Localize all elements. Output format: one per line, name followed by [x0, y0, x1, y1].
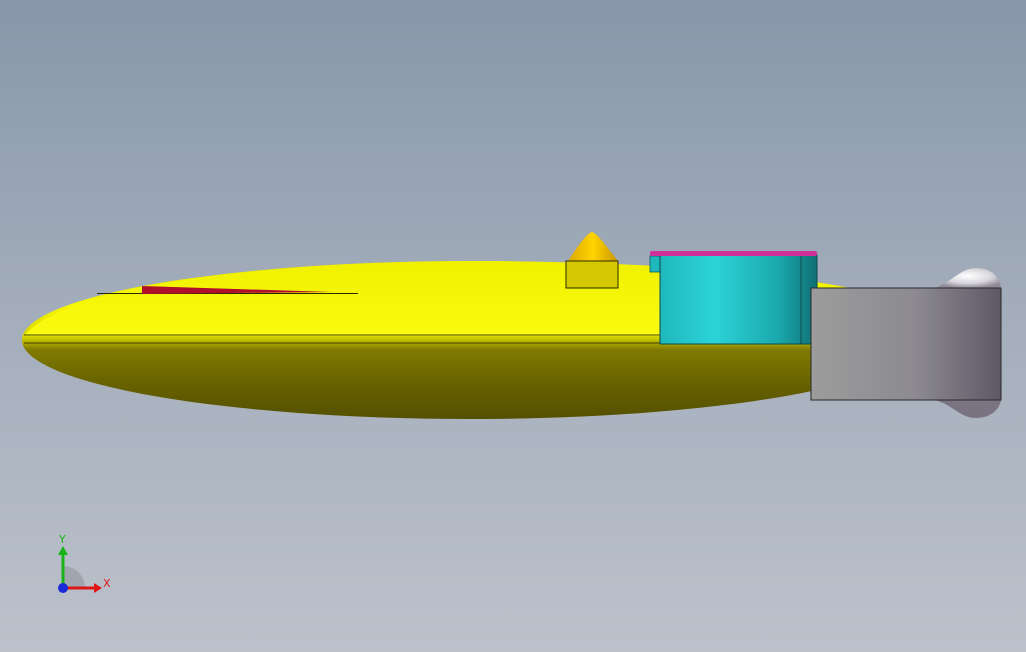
- rear-block[interactable]: [810, 268, 1002, 418]
- cylinder-tank[interactable]: [649, 251, 818, 345]
- sensor-base: [565, 260, 619, 289]
- model-viewport[interactable]: [0, 0, 1026, 652]
- x-axis-label: X: [103, 577, 111, 590]
- y-axis-label: Y: [58, 533, 66, 546]
- tank-body: [659, 254, 818, 345]
- tank-collar: [649, 255, 661, 273]
- rear-block-body: [810, 287, 1002, 401]
- z-axis-dot: [58, 583, 68, 593]
- nose-cone: [568, 232, 618, 261]
- coordinate-triad: Y X: [58, 533, 111, 593]
- sensor-housing[interactable]: [565, 232, 619, 289]
- tank-cap: [650, 251, 817, 256]
- rear-knob-bottom: [935, 400, 1001, 418]
- rear-knob-top: [935, 268, 1001, 288]
- y-axis-arrowhead: [58, 546, 68, 555]
- x-axis-arrowhead: [94, 583, 102, 593]
